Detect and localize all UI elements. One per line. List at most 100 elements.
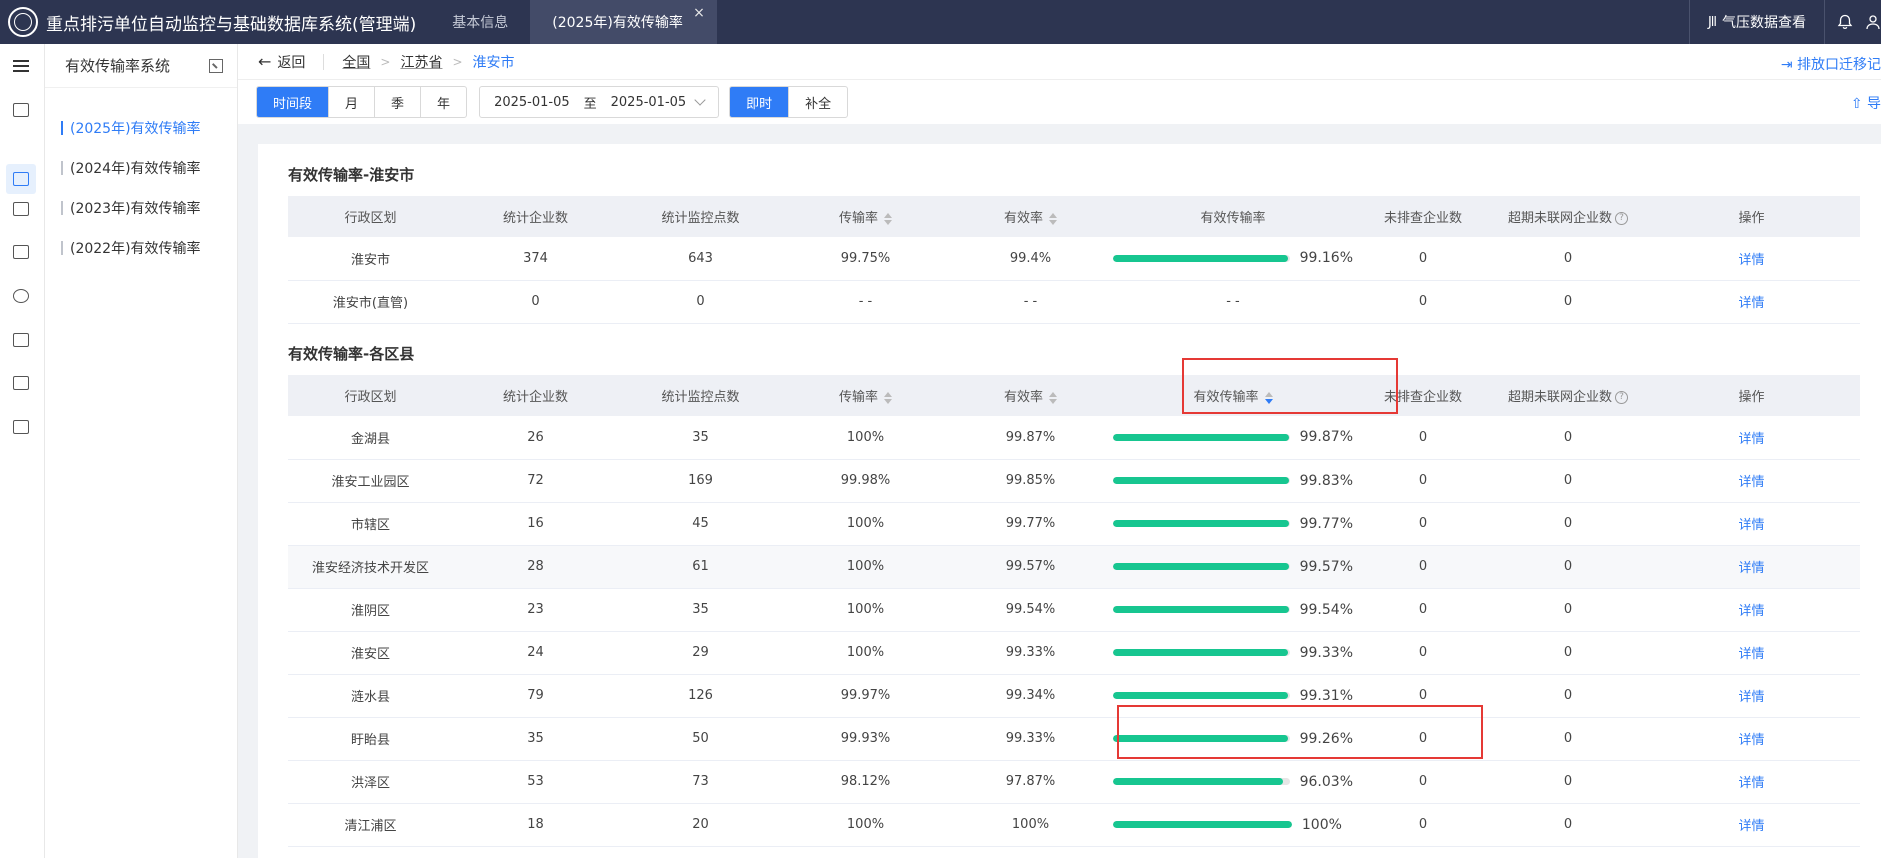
sort-icon[interactable] bbox=[884, 391, 892, 404]
bell-icon[interactable] bbox=[1837, 14, 1853, 30]
cell-region: 洪泽区 bbox=[288, 760, 453, 804]
detail-link[interactable]: 详情 bbox=[1738, 733, 1764, 748]
detail-link[interactable]: 详情 bbox=[1738, 296, 1764, 311]
close-icon[interactable]: × bbox=[693, 5, 705, 21]
table-row: 涟水县 79 126 99.97% 99.34% 99.31% 0 0 详情 bbox=[288, 674, 1860, 718]
table-row: 淮阴区 23 35 100% 99.54% 99.54% 0 0 详情 bbox=[288, 588, 1860, 632]
date-range-picker[interactable]: 2025-01-05 至 2025-01-05 bbox=[479, 86, 720, 118]
query-icon[interactable] bbox=[11, 242, 31, 262]
chevron-down-icon bbox=[694, 94, 706, 106]
table-row: 淮安市(直管) 0 0- -- -- -0 0 详情 bbox=[288, 280, 1860, 324]
eff-rate-value: 99.54% bbox=[1299, 601, 1353, 618]
help-icon[interactable]: ? bbox=[1615, 391, 1628, 404]
cell-trans-rate: 100% bbox=[783, 416, 948, 460]
sidebar-item-2024[interactable]: (2024年)有效传输率 bbox=[45, 148, 237, 188]
cell-eff-rate: 99.83% bbox=[1113, 459, 1353, 503]
cell-valid-rate: 99.57% bbox=[948, 545, 1113, 589]
cell-op: 详情 bbox=[1643, 674, 1860, 718]
progress-bar bbox=[1113, 649, 1290, 656]
progress-bar-fill bbox=[1113, 821, 1292, 828]
eff-rate-bar-wrap: 99.54% bbox=[1113, 602, 1353, 618]
col-op: 操作 bbox=[1643, 375, 1860, 416]
table-row: 淮安市 374 643 99.75% 99.4% 99.16% 0 0 详情 bbox=[288, 237, 1860, 281]
cell-valid-rate: 99.33% bbox=[948, 631, 1113, 675]
monitor-icon[interactable] bbox=[11, 417, 31, 437]
detail-link[interactable]: 详情 bbox=[1738, 776, 1764, 791]
period-quarter-button[interactable]: 季 bbox=[375, 87, 422, 117]
progress-bar bbox=[1113, 433, 1290, 441]
col-trans-rate[interactable]: 传输率 bbox=[783, 375, 948, 416]
detail-link[interactable]: 详情 bbox=[1738, 432, 1764, 447]
col-label: 超期未联网企业数 bbox=[1507, 390, 1612, 405]
col-region: 行政区划 bbox=[288, 196, 453, 237]
export-button[interactable]: ⇧ 导 bbox=[1851, 93, 1881, 113]
progress-bar bbox=[1113, 778, 1290, 785]
eff-rate-bar-wrap: 100% bbox=[1113, 817, 1353, 833]
detail-link[interactable]: 详情 bbox=[1738, 561, 1764, 576]
detail-link[interactable]: 详情 bbox=[1738, 604, 1764, 619]
table-header: 行政区划 统计企业数 统计监控点数 传输率 有效率 有效传输率 未排查企业数 超… bbox=[288, 196, 1860, 237]
user-icon[interactable] bbox=[1865, 14, 1881, 30]
help-icon[interactable]: ? bbox=[1615, 212, 1628, 225]
back-button[interactable]: ← 返回 bbox=[258, 52, 305, 72]
cell-trans-rate: 100% bbox=[783, 545, 948, 589]
crumb-province[interactable]: 江苏省 bbox=[400, 52, 442, 72]
outlet-migration-link[interactable]: ⇥ 排放口迁移记 bbox=[1781, 54, 1881, 74]
eff-rate-bar-wrap: 99.83% bbox=[1113, 473, 1353, 489]
eff-rate-bar-wrap: 99.57% bbox=[1113, 559, 1353, 575]
list-icon[interactable] bbox=[11, 373, 31, 393]
sort-icon[interactable] bbox=[1049, 391, 1057, 404]
cell-points: 35 bbox=[618, 588, 783, 632]
mode-complete-button[interactable]: 补全 bbox=[789, 87, 847, 117]
tab-basic-info[interactable]: 基本信息 bbox=[430, 0, 530, 44]
col-trans-rate[interactable]: 传输率 bbox=[783, 196, 948, 237]
export-label: 导 bbox=[1867, 96, 1881, 112]
menu-icon[interactable] bbox=[11, 56, 31, 76]
cell-points: 73 bbox=[618, 760, 783, 804]
progress-bar-fill bbox=[1113, 520, 1290, 527]
eff-rate-value: 99.87% bbox=[1299, 429, 1353, 446]
sidebar-item-2022[interactable]: (2022年)有效传输率 bbox=[45, 228, 237, 268]
table-row: 洪泽区 53 73 98.12% 97.87% 96.03% 0 0 详情 bbox=[288, 760, 1860, 804]
mode-realtime-button[interactable]: 即时 bbox=[730, 87, 790, 117]
tab-effective-transmission[interactable]: (2025年)有效传输率 × bbox=[530, 0, 717, 44]
detail-link[interactable]: 详情 bbox=[1738, 475, 1764, 490]
cell-trans-rate: - - bbox=[783, 280, 948, 324]
sort-icon[interactable] bbox=[1049, 212, 1057, 225]
cell-eff-rate: 99.87% bbox=[1113, 416, 1353, 460]
detail-link[interactable]: 详情 bbox=[1738, 253, 1764, 268]
cell-points: 35 bbox=[618, 416, 783, 460]
sidebar-item-2025[interactable]: (2025年)有效传输率 bbox=[45, 108, 237, 148]
col-valid-rate[interactable]: 有效率 bbox=[948, 375, 1113, 416]
period-year-button[interactable]: 年 bbox=[421, 87, 466, 117]
detail-link[interactable]: 详情 bbox=[1738, 819, 1764, 834]
cell-op: 详情 bbox=[1643, 280, 1860, 324]
crumb-national[interactable]: 全国 bbox=[342, 52, 370, 72]
pressure-data-button[interactable]: Jll 气压数据查看 bbox=[1690, 12, 1824, 32]
settings-icon[interactable] bbox=[11, 286, 31, 306]
sub-sidebar: 有效传输率系统 (2025年)有效传输率 (2024年)有效传输率 (2023年… bbox=[45, 44, 238, 858]
cell-eff-rate: 99.54% bbox=[1113, 588, 1353, 632]
col-offline: 超期未联网企业数? bbox=[1493, 196, 1643, 237]
transmission-icon[interactable] bbox=[6, 164, 36, 194]
detail-link[interactable]: 详情 bbox=[1738, 647, 1764, 662]
period-range-button[interactable]: 时间段 bbox=[257, 87, 330, 117]
eff-rate-value: 96.03% bbox=[1299, 773, 1353, 790]
detail-link[interactable]: 详情 bbox=[1738, 690, 1764, 705]
image-icon[interactable] bbox=[11, 330, 31, 350]
period-month-button[interactable]: 月 bbox=[329, 87, 376, 117]
col-companies: 统计企业数 bbox=[453, 196, 618, 237]
sidebar-item-2023[interactable]: (2023年)有效传输率 bbox=[45, 188, 237, 228]
detail-link[interactable]: 详情 bbox=[1738, 518, 1764, 533]
cell-companies: 79 bbox=[453, 674, 618, 718]
col-valid-rate[interactable]: 有效率 bbox=[948, 196, 1113, 237]
progress-bar-fill bbox=[1113, 649, 1289, 656]
chevron-right-icon: > bbox=[380, 54, 391, 69]
cell-offline: 0 bbox=[1493, 760, 1643, 804]
cell-companies: 28 bbox=[453, 545, 618, 589]
collapse-icon[interactable] bbox=[209, 59, 223, 73]
sort-icon[interactable] bbox=[884, 212, 892, 225]
table-row: 淮安区 24 29 100% 99.33% 99.33% 0 0 详情 bbox=[288, 631, 1860, 675]
search-doc-icon[interactable] bbox=[11, 199, 31, 219]
chart-icon[interactable] bbox=[11, 100, 31, 120]
